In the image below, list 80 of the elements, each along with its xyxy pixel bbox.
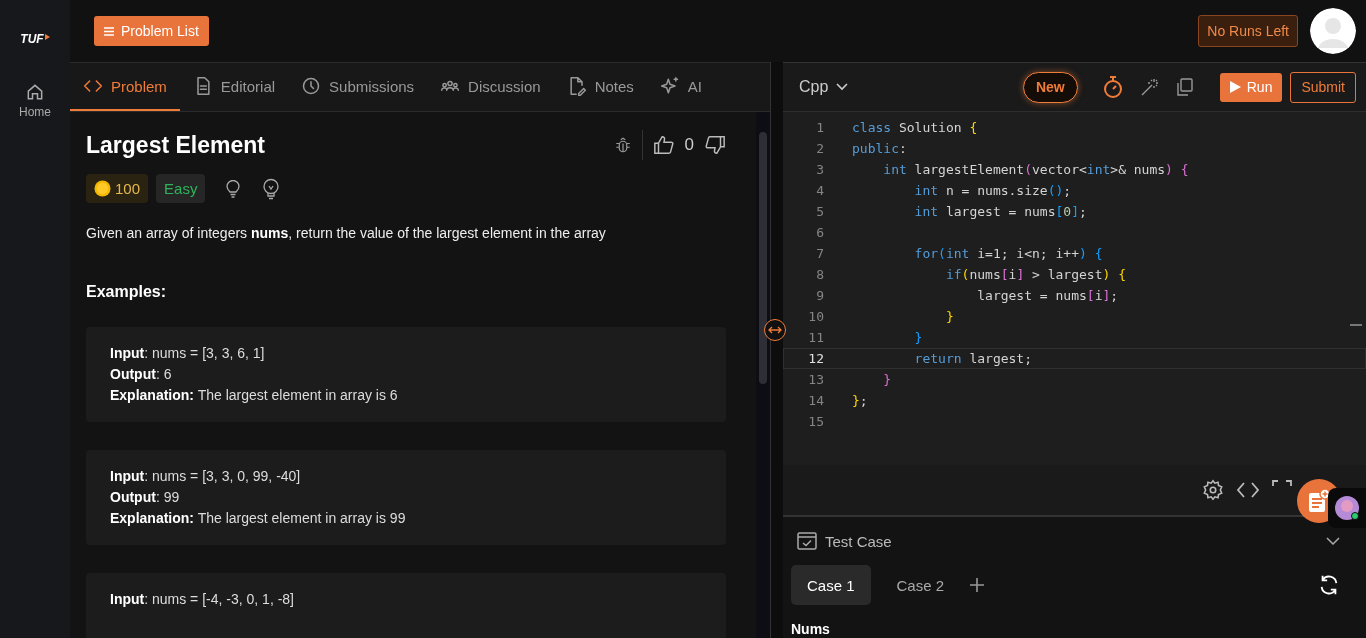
code-line: }: [882, 372, 892, 387]
language-dropdown[interactable]: Cpp: [793, 77, 855, 97]
line-number: 14: [807, 393, 824, 408]
scrollbar-thumb[interactable]: [759, 132, 767, 384]
examples-heading: Examples:: [86, 283, 168, 301]
checkbox-window-icon: [797, 532, 817, 550]
example-line: Output: 6: [110, 365, 173, 384]
line-number: 11: [807, 330, 824, 345]
line-number: 1: [815, 120, 824, 135]
test-case-title: Test Case: [825, 532, 892, 550]
example-line: Explanation: The largest element in array is 99: [110, 509, 407, 528]
tab[interactable]: Problem: [70, 63, 180, 111]
tab[interactable]: Notes: [553, 63, 647, 111]
problem-description: Given an array of integers nums, return the value of the largest element in the array: [86, 225, 607, 241]
chevron-down-icon: [836, 83, 849, 91]
tab[interactable]: Discussion: [427, 63, 554, 111]
avatar[interactable]: [1310, 8, 1356, 54]
tab[interactable]: AI: [646, 63, 715, 111]
example-line: Input: nums = [-4, -3, 0, 1, -8]: [110, 590, 295, 609]
stopwatch-icon[interactable]: [1101, 75, 1124, 99]
code-line: largest = nums[i];: [976, 288, 1119, 303]
code-line: for(int i=1; i<n; i++) {: [913, 246, 1103, 261]
code-line: class Solution {: [852, 120, 978, 135]
settings-icon[interactable]: [1202, 479, 1224, 501]
difficulty-badge: Easy: [156, 174, 206, 203]
clock-icon: [301, 76, 322, 96]
refresh-icon[interactable]: [1318, 574, 1340, 596]
new-button[interactable]: New: [1022, 71, 1078, 103]
runs-left-button[interactable]: No Runs Left: [1198, 15, 1298, 47]
line-number: 6: [815, 225, 824, 240]
problem-title: Largest Element: [86, 131, 265, 159]
example-line: Input: nums = [3, 3, 6, 1]: [110, 344, 266, 363]
like-count: 0: [684, 135, 694, 155]
code-line: }: [913, 330, 923, 345]
line-number: 3: [815, 162, 824, 177]
bug-icon[interactable]: [613, 136, 632, 154]
example-line: Output: 99: [110, 488, 181, 507]
code-icon[interactable]: [1236, 480, 1260, 500]
field-label: Nums: [791, 621, 831, 637]
copy-icon[interactable]: [1175, 78, 1194, 96]
code-line: int largestElement(vector<int>& nums) {: [882, 162, 1189, 177]
line-number: 12: [807, 351, 824, 366]
line-number: 4: [815, 183, 824, 198]
code-line: };: [852, 393, 868, 408]
thumbs-down-icon[interactable]: [704, 134, 726, 156]
thumbs-up-icon[interactable]: [652, 134, 675, 156]
tab[interactable]: Submissions: [288, 63, 428, 111]
line-number: 2: [815, 141, 824, 156]
assistant-avatar[interactable]: [1328, 488, 1366, 528]
submit-button[interactable]: Submit: [1290, 71, 1356, 103]
magic-wand-icon[interactable]: [1139, 77, 1160, 97]
line-number: 8: [815, 267, 824, 282]
line-number: 7: [815, 246, 824, 261]
coin-badge: 100: [86, 174, 149, 203]
home-icon: [25, 82, 45, 102]
code-line: int n = nums.size();: [913, 183, 1072, 198]
lightbulb-icon[interactable]: [225, 179, 242, 198]
play-icon: [1229, 81, 1241, 93]
code-line: public:: [852, 141, 907, 156]
case-tab[interactable]: Case 2: [880, 565, 961, 605]
case-tab[interactable]: Case 1: [791, 565, 871, 605]
menu-icon: [104, 26, 114, 36]
line-number: 10: [807, 309, 824, 324]
code-line: if(nums[i] > largest) {: [944, 267, 1126, 282]
line-number: 5: [815, 204, 824, 219]
line-number: 13: [807, 372, 824, 387]
code-line: }: [944, 309, 954, 324]
chevron-down-icon[interactable]: [1326, 537, 1340, 545]
sparkle-icon: [659, 76, 680, 96]
example-line: Input: nums = [3, 3, 0, 99, -40]: [110, 467, 302, 486]
logo[interactable]: TUF: [20, 32, 50, 46]
home-nav-item[interactable]: Home: [17, 80, 53, 121]
line-number: 15: [807, 414, 824, 429]
example-line: Explanation: The largest element in array is 6: [110, 386, 399, 405]
code-line: int largest = nums[0];: [913, 204, 1087, 219]
lightbulb-icon[interactable]: [261, 177, 282, 200]
line-number: 9: [815, 288, 824, 303]
code-line: return largest;: [913, 351, 1033, 366]
tab[interactable]: Editorial: [179, 63, 289, 111]
add-icon[interactable]: [970, 578, 985, 592]
